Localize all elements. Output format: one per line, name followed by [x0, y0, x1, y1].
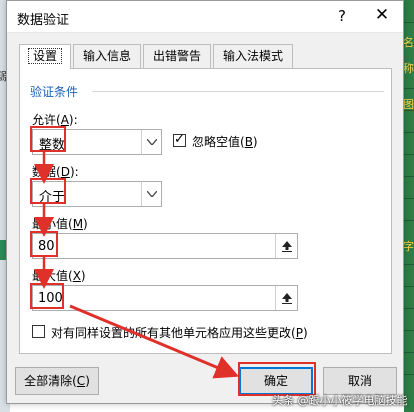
ignore-blank-key: B	[244, 135, 253, 149]
spreadsheet-fragment: 名	[403, 36, 414, 49]
collapse-arrow-icon[interactable]	[275, 286, 297, 310]
tab-input-message-label: 输入信息	[82, 49, 131, 63]
data-label-text: 数据(	[32, 165, 61, 179]
tab-error-alert[interactable]: 出错警告	[143, 44, 211, 68]
clear-all-end: )	[85, 374, 90, 388]
annotation-box-allow	[30, 126, 66, 152]
dialog-titlebar[interactable]: 数据验证 ? ✕	[7, 1, 403, 33]
sheet-cell	[404, 154, 414, 176]
spreadsheet-fragment: 字	[403, 240, 414, 253]
maximum-label-end: )	[80, 269, 86, 283]
sheet-cell	[404, 132, 414, 154]
sheet-cell	[404, 264, 414, 286]
maximum-label: 最大值(X)	[32, 267, 86, 284]
apply-all-key: P	[295, 326, 303, 340]
maximum-input[interactable]: 100	[32, 285, 298, 311]
annotation-box-minimum	[30, 231, 58, 257]
tab-input-message[interactable]: 输入信息	[73, 44, 141, 68]
maximum-label-text: 最大值(	[32, 269, 73, 283]
maximum-label-key: X	[72, 269, 81, 283]
minimum-label: 最小值(M)	[32, 215, 88, 232]
apply-all-label[interactable]: 对有同样设置的所有其他单元格应用这些更改(P)	[51, 324, 308, 341]
annotation-box-ok	[238, 362, 316, 396]
sheet-cell	[404, 286, 414, 308]
close-icon[interactable]: ✕	[371, 5, 393, 25]
minimum-label-text: 最小值(	[32, 217, 73, 231]
tab-settings[interactable]: 设置	[19, 44, 71, 69]
ignore-blank-text: 忽略空值(	[192, 135, 245, 149]
tab-ime-mode[interactable]: 输入法模式	[213, 44, 293, 68]
data-label-end: ):	[69, 165, 79, 179]
apply-all-text: 对有同样设置的所有其他单元格应用这些更改(	[51, 326, 296, 340]
sheet-cell	[404, 176, 414, 198]
annotation-box-data	[30, 178, 66, 204]
ignore-blank-checkbox[interactable]: ✓	[173, 132, 186, 147]
sheet-cell	[404, 198, 414, 220]
clear-all-key: C	[76, 374, 86, 388]
tab-ime-mode-label: 输入法模式	[222, 49, 283, 63]
validation-criteria-heading: 验证条件	[30, 85, 79, 99]
sheet-cell	[404, 308, 414, 330]
ignore-blank-label[interactable]: 忽略空值(B)	[192, 133, 258, 150]
help-icon[interactable]: ?	[332, 7, 352, 25]
group-divider	[92, 91, 384, 92]
sheet-cell	[404, 352, 414, 374]
dialog-title: 数据验证	[17, 13, 70, 28]
spreadsheet-fragment: 称	[403, 62, 414, 75]
allow-label-key: A	[60, 113, 69, 127]
settings-panel: 验证条件 允许(A): 整数 ✓ 忽略空值(B) 数据(D): 介于 最小值(M…	[19, 68, 392, 354]
minimum-label-key: M	[72, 217, 84, 231]
spreadsheet-fragment: 图	[403, 98, 414, 111]
tab-settings-label: 设置	[27, 48, 62, 64]
checkmark-icon: ✓	[174, 132, 185, 147]
apply-all-end: )	[302, 326, 308, 340]
minimum-input[interactable]: 80	[32, 233, 298, 259]
annotation-box-maximum	[30, 283, 64, 309]
tab-error-alert-label: 出错警告	[152, 49, 201, 63]
collapse-arrow-icon[interactable]	[275, 234, 297, 258]
spreadsheet-right-edge: 名 称 图 字	[403, 0, 414, 412]
apply-all-checkbox[interactable]	[32, 325, 45, 338]
sheet-cell	[404, 330, 414, 352]
allow-label-end: ):	[68, 113, 78, 127]
allow-label-text: 允许(	[32, 113, 61, 127]
chevron-down-icon[interactable]	[141, 130, 161, 154]
data-label-key: D	[60, 165, 70, 179]
watermark-text: 头条 @跟小小筱学电脑技能	[272, 394, 408, 407]
chevron-down-icon[interactable]	[141, 182, 161, 206]
clear-all-button[interactable]: 全部清除(C)	[15, 367, 99, 395]
clear-all-text: 全部清除(	[24, 374, 77, 388]
sheet-cell	[404, 110, 414, 132]
ignore-blank-end: )	[252, 135, 258, 149]
minimum-label-end: )	[83, 217, 88, 231]
cancel-button[interactable]: 取消	[323, 367, 397, 395]
